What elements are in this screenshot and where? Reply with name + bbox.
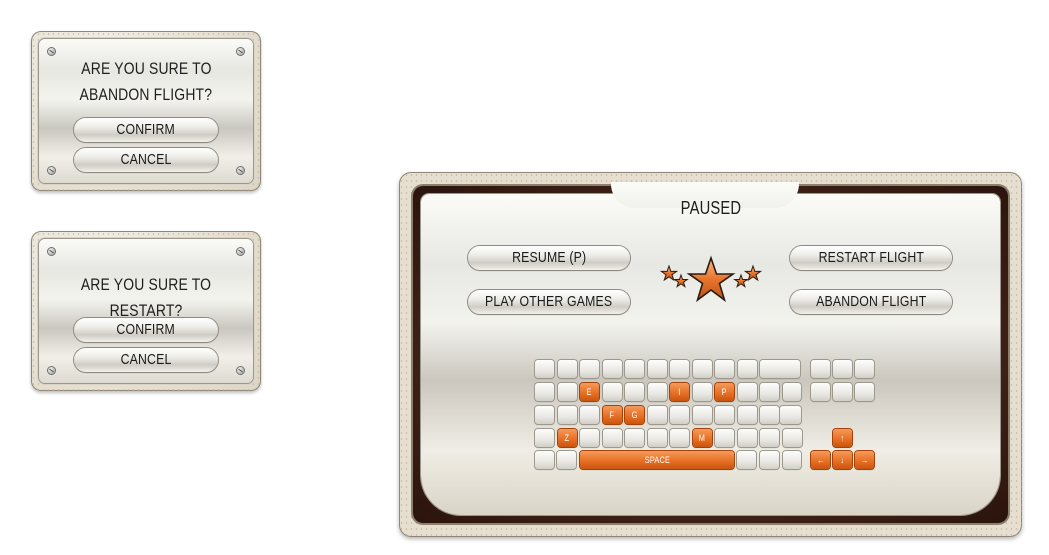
abandon-flight-button[interactable]: ABANDON FLIGHT [790,290,952,314]
keyboard-key [833,360,852,378]
arrow-left-key: ← [811,451,830,469]
keyboard-key [535,451,554,469]
keyboard-key [557,451,576,469]
dialog-question: ARE YOU SURE TO ABANDON FLIGHT? [79,59,213,104]
screw-icon [237,367,244,374]
screw-icon [48,167,55,174]
keyboard-key [715,429,734,447]
keyboard-key [692,383,712,401]
arrow-right-key: → [855,451,874,469]
screw-icon [237,48,244,55]
key-g: G [625,406,644,424]
keyboard-key [811,383,830,401]
restart-flight-button[interactable]: RESTART FLIGHT [790,246,952,270]
enter-key [783,383,801,401]
keyboard-key [580,360,599,378]
keyboard-key [670,360,689,378]
arrow-up-key: ↑ [833,429,852,447]
key-f: F [602,406,622,424]
keyboard-key [535,360,554,378]
keyboard-key [647,429,667,447]
keyboard-key [625,383,644,401]
keyboard-key [557,383,577,401]
key-z: Z [557,429,577,447]
keyboard-key [692,406,712,424]
keyboard-key [557,406,577,424]
keyboard-key [580,429,599,447]
keyboard-key [760,360,800,378]
confirm-button[interactable]: CONFIRM [74,118,218,142]
keyboard-key [557,360,577,378]
keyboard-key [647,360,667,378]
pause-menu-panel: PAUSED RESUME (P) RESTART FLIGHT PLAY OT… [399,172,1022,537]
cancel-button[interactable]: CANCEL [74,148,218,172]
keyboard-key [647,383,667,401]
restart-confirm-dialog: ARE YOU SURE TO RESTART? CONFIRM CANCEL [31,231,261,391]
screw-icon [48,248,55,255]
cancel-button[interactable]: CANCEL [74,348,218,372]
keyboard-key [760,429,779,447]
keyboard-key [602,360,622,378]
page-title: PAUSED [680,198,741,218]
keyboard-key [715,406,734,424]
keyboard-key [782,429,802,447]
dialog-question: ARE YOU SURE TO RESTART? [80,275,212,320]
keyboard-key [602,383,622,401]
keyboard-key [855,360,874,378]
keyboard-key [833,383,852,401]
keyboard-key [602,429,622,447]
keyboard-key [737,429,757,447]
keyboard-key [670,429,689,447]
keyboard-key [760,406,779,424]
keyboard-key [625,360,644,378]
keyboard-key [855,383,874,401]
keyboard-key [737,360,757,378]
keyboard-key [670,406,689,424]
keyboard-key [580,406,599,424]
arrow-down-key: ↓ [833,451,852,469]
star-rank-icon [659,255,763,303]
keyboard-key [783,451,801,469]
key-e: E [580,383,599,401]
abandon-confirm-dialog: ARE YOU SURE TO ABANDON FLIGHT? CONFIRM … [31,31,261,191]
keyboard-key [715,360,734,378]
keyboard-key [811,360,830,378]
keyboard-key [535,429,554,447]
keyboard-key [625,429,644,447]
screw-icon [48,367,55,374]
key-i: I [670,383,689,401]
keyboard-key [647,406,667,424]
keyboard-key [535,383,554,401]
play-other-games-button[interactable]: PLAY OTHER GAMES [468,290,630,314]
keyboard-key [737,406,757,424]
resume-button[interactable]: RESUME (P) [468,246,630,270]
keyboard-key [760,451,779,469]
screw-icon [237,248,244,255]
enter-key [780,406,801,424]
key-p: P [715,383,734,401]
keyboard-key [692,360,712,378]
screw-icon [48,48,55,55]
keyboard-key [760,383,779,401]
screw-icon [237,167,244,174]
keyboard-key [737,451,756,469]
space-key: SPACE [580,451,734,469]
keyboard-key [535,406,554,424]
confirm-button[interactable]: CONFIRM [74,318,218,342]
keyboard-key [737,383,757,401]
key-m: M [692,429,712,447]
